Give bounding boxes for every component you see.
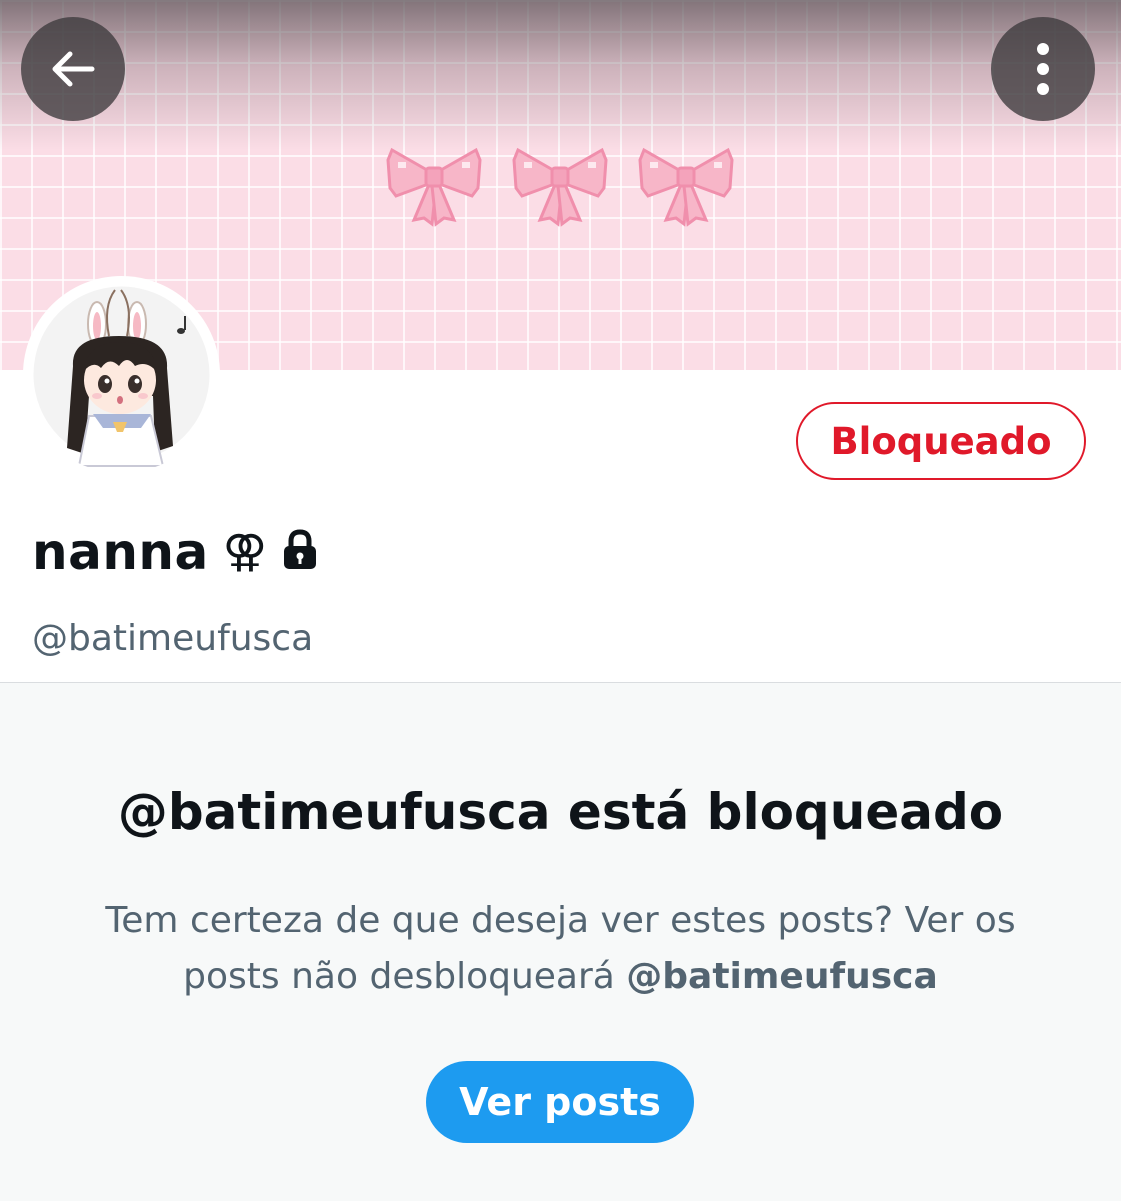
more-options-button[interactable] (991, 17, 1095, 121)
arrow-left-icon (52, 51, 95, 87)
blocked-notice: @batimeufusca está bloqueado Tem certeza… (0, 682, 1121, 1201)
profile-handle: @batimeufusca (32, 618, 314, 659)
blocked-notice-description: Tem certeza de que deseja ver estes post… (60, 893, 1061, 1005)
banner-shade (0, 0, 1121, 150)
blocked-button[interactable]: Bloqueado (796, 402, 1086, 480)
avatar[interactable] (23, 276, 220, 473)
vertical-ellipsis-icon (1037, 43, 1049, 95)
view-posts-button[interactable]: Ver posts (426, 1061, 694, 1143)
back-button[interactable] (21, 17, 125, 121)
blocked-notice-handle: @batimeufusca (626, 956, 938, 997)
lock-icon (281, 529, 319, 575)
display-name: nanna (32, 523, 209, 581)
profile-name-row: nanna ⚢ (32, 520, 319, 584)
blocked-notice-title: @batimeufusca está bloqueado (117, 783, 1004, 841)
female-couple-symbol-icon: ⚢ (222, 526, 267, 577)
avatar-image (33, 286, 210, 467)
bow-decoration-icon (386, 148, 734, 226)
